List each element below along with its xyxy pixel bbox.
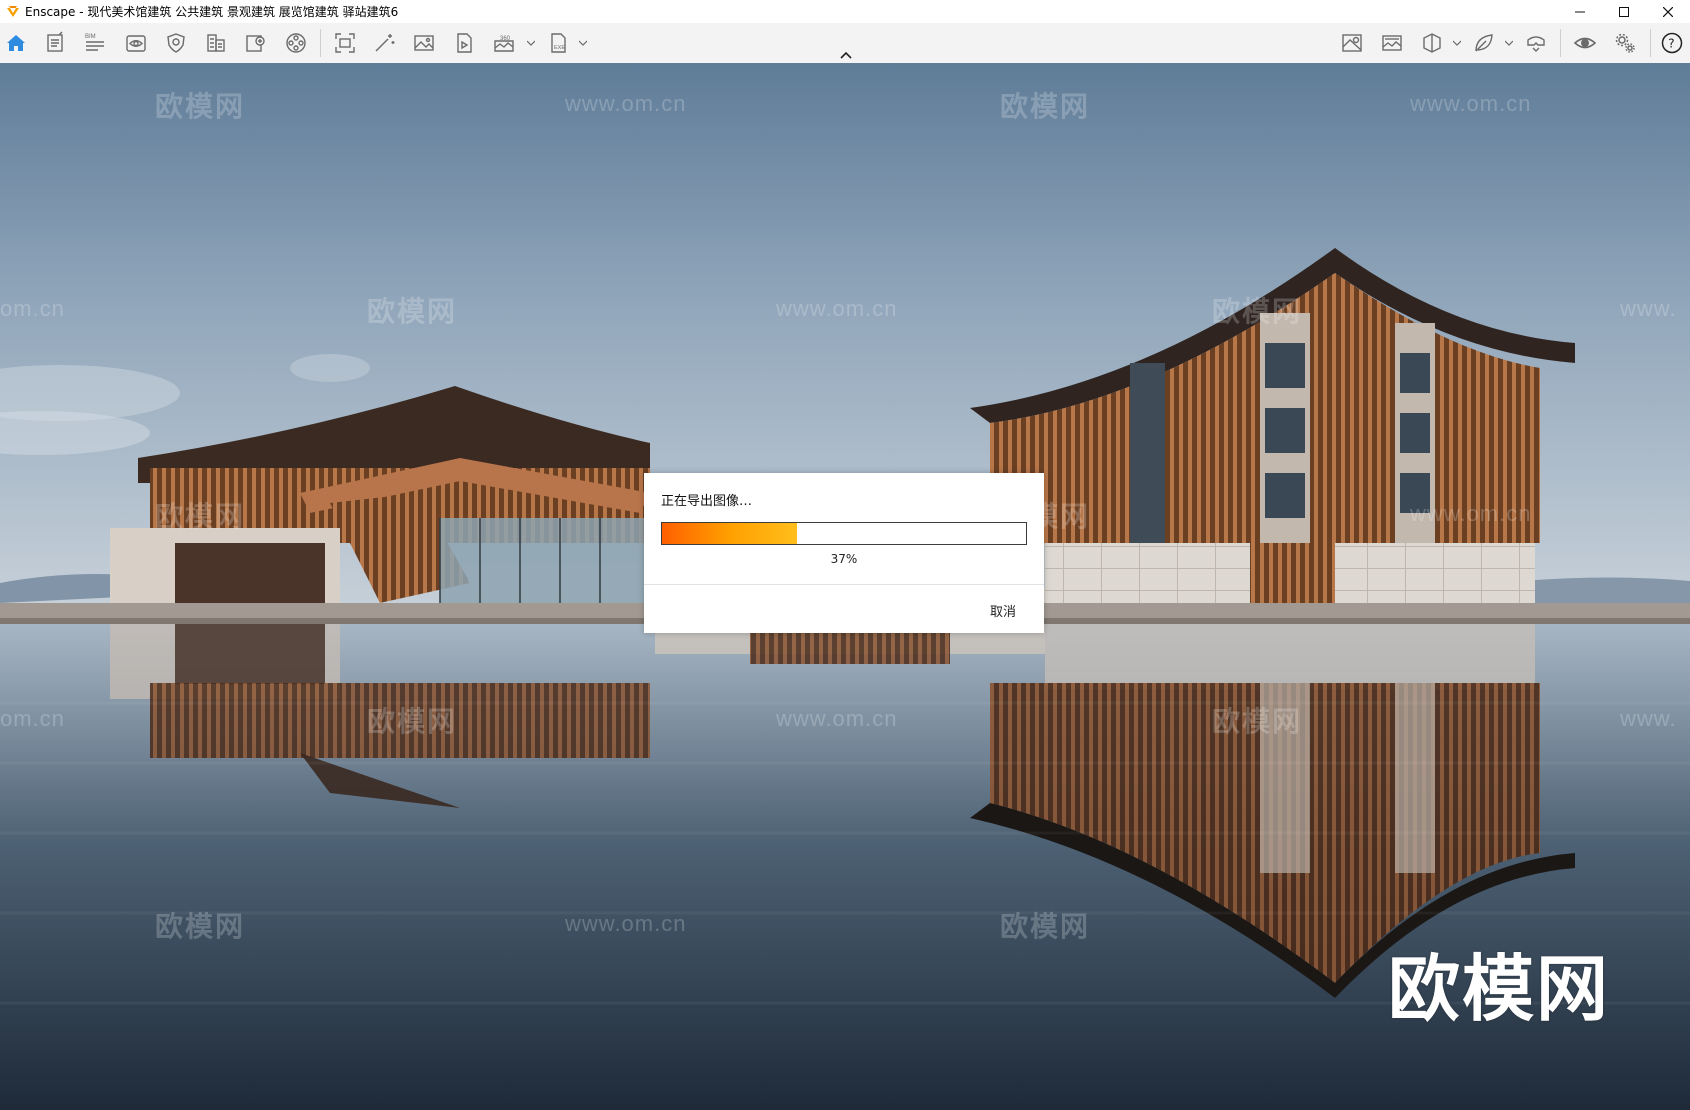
watermark: 欧模网 (1212, 296, 1303, 327)
watermark: 欧模网 (367, 296, 458, 327)
vr-headset-icon (1527, 36, 1545, 52)
live-view-button[interactable] (124, 31, 148, 55)
watermark: 欧模网 (1000, 91, 1091, 122)
image-icon (414, 35, 434, 51)
screenshot-icon (335, 33, 355, 53)
asset-library-icon (246, 35, 265, 52)
maximize-button[interactable] (1602, 0, 1646, 23)
cube-view-icon (1423, 33, 1441, 53)
magic-wand-icon (375, 34, 395, 52)
toolbar-collapse-chevron-icon[interactable] (838, 49, 854, 61)
view-cube-button[interactable] (1420, 31, 1444, 55)
minimize-button[interactable] (1558, 0, 1602, 23)
dialog-divider (644, 584, 1044, 585)
progress-bar (661, 522, 1027, 545)
close-icon (1663, 6, 1673, 17)
enscape-logo-icon (7, 5, 19, 17)
watermark: 欧模网 (1000, 911, 1091, 942)
bim-button[interactable]: BIM (83, 31, 107, 55)
video-export-button[interactable] (452, 31, 476, 55)
svg-text:EXE: EXE (554, 45, 565, 51)
watermark: 欧模网 (155, 911, 246, 942)
maximize-icon (1619, 6, 1629, 17)
chevron-down-icon (1453, 40, 1461, 46)
building-icon (207, 34, 225, 52)
leaf-button[interactable] (1472, 31, 1496, 55)
material-button[interactable] (284, 31, 308, 55)
building-button[interactable] (204, 31, 228, 55)
progress-bar-fill (662, 523, 797, 544)
leaf-icon (1475, 34, 1493, 52)
cancel-button[interactable]: 取消 (990, 601, 1016, 620)
sun-shield-icon (167, 33, 185, 53)
export-status-message: 正在导出图像… (661, 494, 753, 509)
watermark: om.cn (0, 706, 65, 731)
exe-export-button[interactable]: EXE (546, 31, 570, 55)
watermark: www.om.cn (1410, 501, 1532, 526)
help-icon: ? (1661, 32, 1683, 54)
panorama-dropdown[interactable] (526, 35, 536, 51)
exe-dropdown[interactable] (578, 35, 588, 51)
home-button[interactable] (4, 31, 28, 55)
watermark: www. (1620, 296, 1677, 321)
panorama-button[interactable]: 360 (492, 31, 516, 55)
window-controls (1558, 0, 1690, 23)
watermark-logo: 欧模网 (1388, 947, 1611, 1031)
magic-wand-button[interactable] (372, 31, 396, 55)
watermark: www.om.cn (565, 911, 687, 936)
chevron-down-icon (527, 40, 535, 46)
visibility-button[interactable] (1573, 31, 1597, 55)
map-button[interactable] (1340, 31, 1364, 55)
toolbar-separator (1560, 29, 1561, 57)
watermark: www. (1620, 706, 1677, 731)
vr-button[interactable] (1524, 31, 1548, 55)
help-button[interactable]: ? (1660, 31, 1684, 55)
svg-text:BIM: BIM (85, 34, 96, 40)
view-dropdown[interactable] (1452, 35, 1462, 51)
sun-shield-button[interactable] (164, 31, 188, 55)
watermark: www.om.cn (776, 706, 898, 731)
chevron-down-icon (1505, 40, 1513, 46)
visibility-eye-icon (1573, 37, 1597, 49)
watermark: 欧模网 (367, 706, 458, 737)
home-icon (7, 35, 25, 51)
leaf-dropdown[interactable] (1504, 35, 1514, 51)
video-file-icon (457, 33, 472, 53)
watermark: www.om.cn (1410, 91, 1532, 116)
bim-list-icon: BIM (85, 34, 104, 51)
exe-export-icon: EXE (551, 33, 566, 53)
screenshot-button[interactable] (333, 31, 357, 55)
document-button[interactable] (43, 31, 67, 55)
map-icon (1342, 34, 1362, 52)
watermark: om.cn (0, 296, 65, 321)
export-progress-dialog: 正在导出图像… 37% 取消 (644, 473, 1044, 633)
minimize-icon (1575, 11, 1585, 12)
settings-button[interactable] (1613, 31, 1637, 55)
title-bar: Enscape - 现代美术馆建筑 公共建筑 景观建筑 展览馆建筑 驿站建筑6 (0, 0, 1690, 23)
progress-percentage: 37% (830, 552, 858, 566)
settings-gears-icon (1615, 33, 1635, 53)
watermark: www.om.cn (565, 91, 687, 116)
toolbar-separator (1650, 29, 1651, 57)
watermark: www.om.cn (776, 296, 898, 321)
gallery-button[interactable] (1380, 31, 1404, 55)
document-icon (47, 31, 63, 52)
asset-library-button[interactable] (244, 31, 268, 55)
svg-text:?: ? (1668, 37, 1674, 51)
watermark: 欧模网 (1212, 706, 1303, 737)
panorama-360-icon: 360 (494, 36, 514, 52)
toolbar-separator (320, 29, 321, 57)
material-palette-icon (286, 33, 306, 53)
chevron-down-icon (579, 40, 587, 46)
watermark: 欧模网 (155, 501, 246, 532)
image-gallery-icon (1382, 35, 1402, 51)
window-title: Enscape - 现代美术馆建筑 公共建筑 景观建筑 展览馆建筑 驿站建筑6 (25, 5, 399, 19)
close-button[interactable] (1646, 0, 1690, 23)
watermark: 欧模网 (155, 91, 246, 122)
image-export-button[interactable] (412, 31, 436, 55)
eye-panel-icon (126, 35, 146, 52)
